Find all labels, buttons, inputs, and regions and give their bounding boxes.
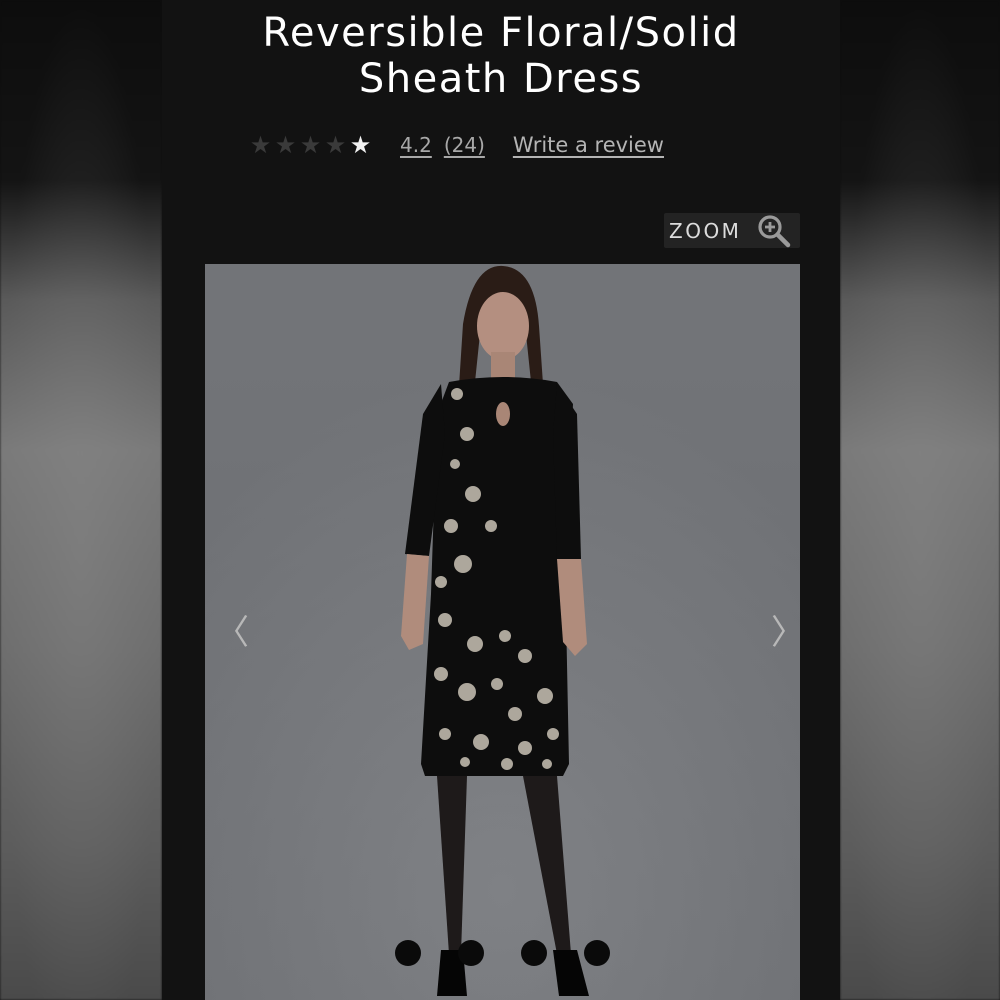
- star-rating[interactable]: ★ ★ ★ ★ ★: [248, 133, 373, 157]
- chevron-right-icon[interactable]: 〉: [771, 616, 800, 650]
- zoom-in-icon: [758, 214, 791, 247]
- background-blur-right: [840, 0, 1000, 1000]
- star-icon: ★: [324, 131, 347, 159]
- carousel-dot[interactable]: [584, 940, 610, 966]
- zoom-label: ZOOM: [669, 218, 742, 243]
- background-blur-left: [0, 0, 162, 1000]
- product-title: Reversible Floral/Solid Sheath Dress: [162, 10, 840, 102]
- product-title-line2: Sheath Dress: [358, 56, 644, 102]
- product-photo: [205, 264, 800, 1000]
- star-icon: ★: [274, 131, 297, 159]
- product-image-carousel[interactable]: 〈 〉: [205, 264, 800, 1000]
- star-icon: ★: [299, 131, 322, 159]
- rating-row: ★ ★ ★ ★ ★ 4.2 (24) Write a review: [248, 128, 664, 162]
- review-count-link[interactable]: (24): [444, 133, 485, 157]
- carousel-dot[interactable]: [521, 940, 547, 966]
- carousel-dot[interactable]: [458, 940, 484, 966]
- product-title-line1: Reversible Floral/Solid: [262, 10, 740, 56]
- product-page: Reversible Floral/Solid Sheath Dress ★ ★…: [162, 0, 840, 1000]
- star-icon: ★: [249, 131, 272, 159]
- chevron-left-icon[interactable]: 〈: [215, 616, 249, 650]
- carousel-dot[interactable]: [395, 940, 421, 966]
- rating-value-link[interactable]: 4.2: [400, 133, 432, 157]
- carousel-pagination: [395, 940, 647, 966]
- star-icon: ★: [349, 131, 372, 159]
- write-review-link[interactable]: Write a review: [513, 133, 664, 157]
- zoom-button[interactable]: ZOOM: [664, 213, 800, 248]
